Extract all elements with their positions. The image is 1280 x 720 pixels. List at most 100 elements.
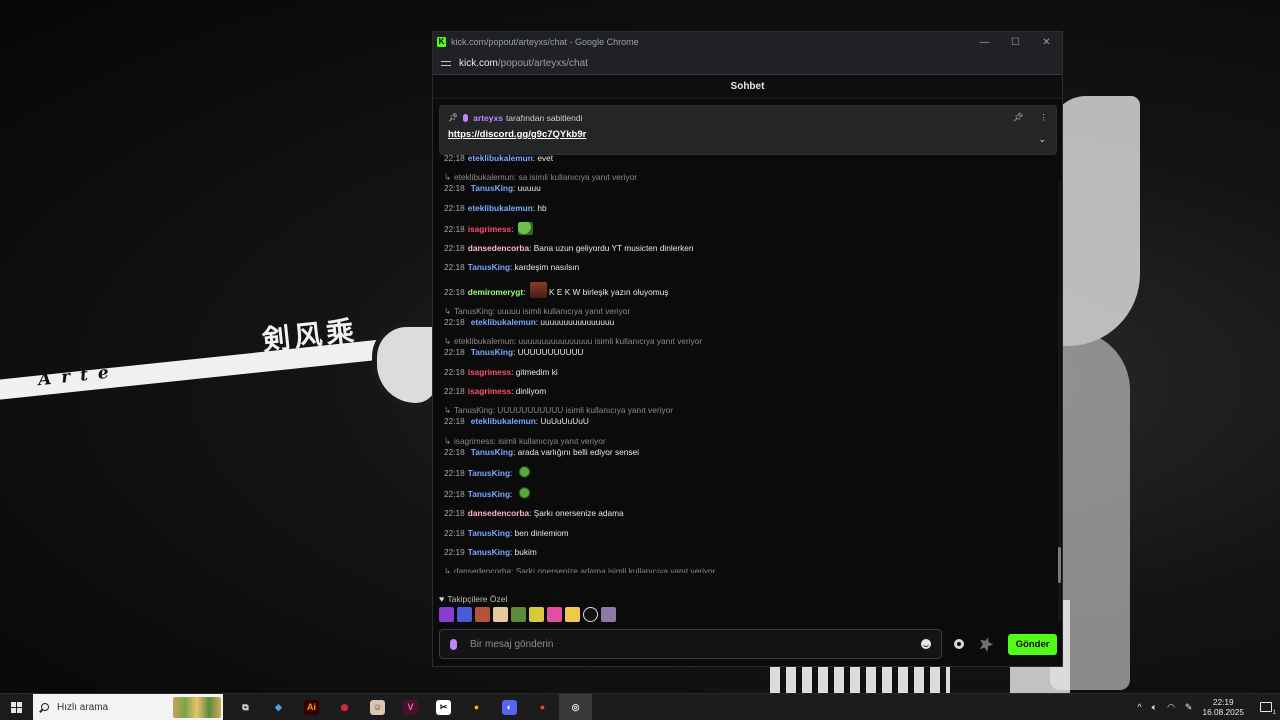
taskbar-app-adobe-illustrator[interactable]: Ai	[295, 694, 328, 720]
emote-option-icon[interactable]	[511, 607, 526, 622]
taskbar-app-app-vegas[interactable]: V	[394, 694, 427, 720]
taskbar-app-app-blue[interactable]: ◆	[262, 694, 295, 720]
message-time: 22:18	[444, 508, 465, 519]
clock-time: 22:19	[1212, 697, 1234, 707]
close-button[interactable]: ✕	[1031, 37, 1062, 48]
pen-icon[interactable]: ✎	[1185, 702, 1193, 713]
discord-icon: ◐	[502, 699, 517, 715]
taskbar-app-capcut[interactable]: ✂	[427, 694, 460, 720]
message-username[interactable]: dansedencorba	[468, 508, 529, 518]
chat-message: 22:18 isagrimess: gitmedim ki	[444, 367, 1062, 378]
site-info-icon[interactable]	[441, 59, 451, 68]
chrome-active-icon: ●	[539, 702, 546, 712]
chat-header: Sohbet	[433, 75, 1062, 99]
message-time: 22:19	[444, 547, 465, 558]
reply-context[interactable]: ↳ TanusKing: uuuuu isimli kullanıcıya yan…	[444, 306, 1062, 317]
taskbar-search-placeholder: Hızlı arama	[57, 701, 109, 713]
message-time: 22:18	[444, 416, 465, 427]
reply-context[interactable]: ↳ TanusKing: UUUUUUUUUUU isimli kullanıcı…	[444, 405, 1062, 416]
emote-option-icon[interactable]	[529, 607, 544, 622]
message-username[interactable]: isagrimess	[468, 224, 511, 234]
window-titlebar[interactable]: K kick.com/popout/arteyxs/chat - Google …	[433, 32, 1062, 52]
chat-input-box[interactable]	[439, 629, 943, 659]
kick-logo-icon: K	[437, 37, 446, 47]
taskbar-app-discord[interactable]: ◐	[493, 694, 526, 720]
taskbar-app-chrome-active[interactable]: ●	[526, 694, 559, 720]
message-time: 22:18	[444, 202, 465, 213]
emote-option-icon[interactable]	[601, 607, 616, 622]
message-username[interactable]: TanusKing	[471, 347, 513, 357]
chat-scrollbar[interactable]	[1058, 182, 1061, 622]
pinned-message: 📌︎ arteyxs tarafından sabitlendi 📌︎ ⋮ ht…	[439, 105, 1057, 155]
chat-scrollbar-thumb[interactable]	[1058, 547, 1061, 583]
message-username[interactable]: eteklibukalemun	[471, 317, 536, 327]
message-username[interactable]: dansedencorba	[468, 243, 529, 253]
windows-start-icon[interactable]	[11, 701, 22, 713]
reply-context[interactable]: ↳ isagrimess: isimli kullanıcıya yanıt ve…	[444, 436, 1062, 447]
chevron-up-icon[interactable]: ^	[1137, 702, 1141, 712]
taskbar-app-chrome[interactable]: ●	[460, 694, 493, 720]
message-username[interactable]: TanusKing	[468, 489, 510, 499]
message-username[interactable]: TanusKing	[468, 468, 510, 478]
message-username[interactable]: TanusKing	[468, 547, 510, 557]
message-username[interactable]: isagrimess	[468, 386, 511, 396]
message-username[interactable]: TanusKing	[468, 262, 510, 272]
unpin-icon[interactable]: 📌︎	[1013, 112, 1024, 123]
taskbar-app-task-view[interactable]: ⧉	[229, 694, 262, 720]
message-text: Bana uzun geliyordu YT musicten dinlerke…	[533, 243, 694, 254]
pinned-discord-link[interactable]: https://discord.gg/g9c7QYkb9r	[448, 129, 1048, 140]
search-highlight-image	[173, 696, 221, 718]
reply-context[interactable]: ↳ eteklibukalemun: uuuuuuuuuuuuuuuu isiml…	[444, 336, 1062, 347]
emote-option-icon[interactable]	[583, 607, 598, 622]
pinned-by-user[interactable]: arteyxs	[473, 113, 503, 123]
emote-option-icon[interactable]	[547, 607, 562, 622]
message-username[interactable]: isagrimess	[468, 367, 511, 377]
emote-option-icon[interactable]	[439, 607, 454, 622]
reply-text: isagrimess: isimli kullanıcıya yanıt ver…	[453, 435, 606, 446]
emote-option-icon[interactable]	[457, 607, 472, 622]
message-username[interactable]: demiromerygt	[468, 287, 523, 297]
message-text: kardeşim nasılsın	[514, 262, 580, 273]
reply-text: eteklibukalemun: uuuuuuuuuuuuuuuu isimli…	[453, 336, 703, 347]
message-username[interactable]: eteklibukalemun	[471, 416, 536, 426]
emoji-picker-icon[interactable]	[921, 639, 932, 649]
chat-message-input[interactable]	[470, 638, 922, 650]
message-username[interactable]: TanusKing	[468, 528, 510, 538]
message-text: arada varlığını belli ediyor sensei	[517, 446, 639, 457]
chevron-down-icon[interactable]: ⌄	[1038, 134, 1046, 145]
taskbar-app-app-character[interactable]: ☺	[361, 694, 394, 720]
chat-message: 22:18 TanusKing: kardeşim nasılsın	[444, 262, 1062, 273]
emote-option-icon[interactable]	[493, 607, 508, 622]
taskbar-app-app-red-circle[interactable]: ◉	[328, 694, 361, 720]
send-button[interactable]: Gönder	[1008, 633, 1057, 655]
chat-message: 22:18 dansedencorba: Şarkı onersenize ada…	[444, 508, 1062, 519]
reply-context[interactable]: ↳ eteklibukalemun: sa isimli kullanıcıya …	[444, 172, 1062, 183]
gear-icon[interactable]	[954, 639, 965, 649]
app-red-circle-icon: ◉	[340, 701, 349, 712]
speaker-icon[interactable]: 🔈︎	[1152, 702, 1157, 713]
message-text: UuUuUuUuU	[540, 416, 589, 427]
clock[interactable]: 22:19 16.08.2025	[1202, 697, 1244, 717]
emote-option-icon[interactable]	[565, 607, 580, 622]
taskbar-app-obs[interactable]: ◎	[559, 693, 592, 720]
address-bar[interactable]: kick.com/popout/arteyxs/chat	[433, 52, 1062, 75]
message-colon: :	[510, 467, 515, 478]
wifi-icon[interactable]: ◠	[1167, 702, 1175, 713]
taskbar-search[interactable]: Hızlı arama	[33, 693, 223, 720]
message-username[interactable]: TanusKing	[471, 183, 513, 193]
turtle-emote-icon	[516, 465, 532, 479]
emote-option-icon[interactable]	[475, 607, 490, 622]
maximize-button[interactable]: ☐	[1000, 37, 1031, 48]
notification-icon[interactable]: 1	[1260, 702, 1276, 716]
more-options-icon[interactable]: ⋮	[1040, 112, 1049, 123]
url-domain: kick.com	[459, 57, 498, 69]
badge-icon[interactable]	[977, 635, 995, 653]
reply-context[interactable]: ↳ dansedencorba: Şarkı onersenize adama i…	[444, 566, 1062, 573]
minimize-button[interactable]: —	[969, 37, 1000, 48]
message-time: 22:18	[444, 527, 465, 538]
message-username[interactable]: eteklibukalemun	[468, 203, 533, 213]
message-time: 22:18	[444, 243, 465, 254]
chat-message-list[interactable]: 22:18 eteklibukalemun: evet ↳ eteklibukalem…	[433, 153, 1062, 573]
message-username[interactable]: TanusKing	[471, 447, 513, 457]
chat-message: 22:18 dansedencorba: Bana uzun geliyordu …	[444, 243, 1062, 254]
